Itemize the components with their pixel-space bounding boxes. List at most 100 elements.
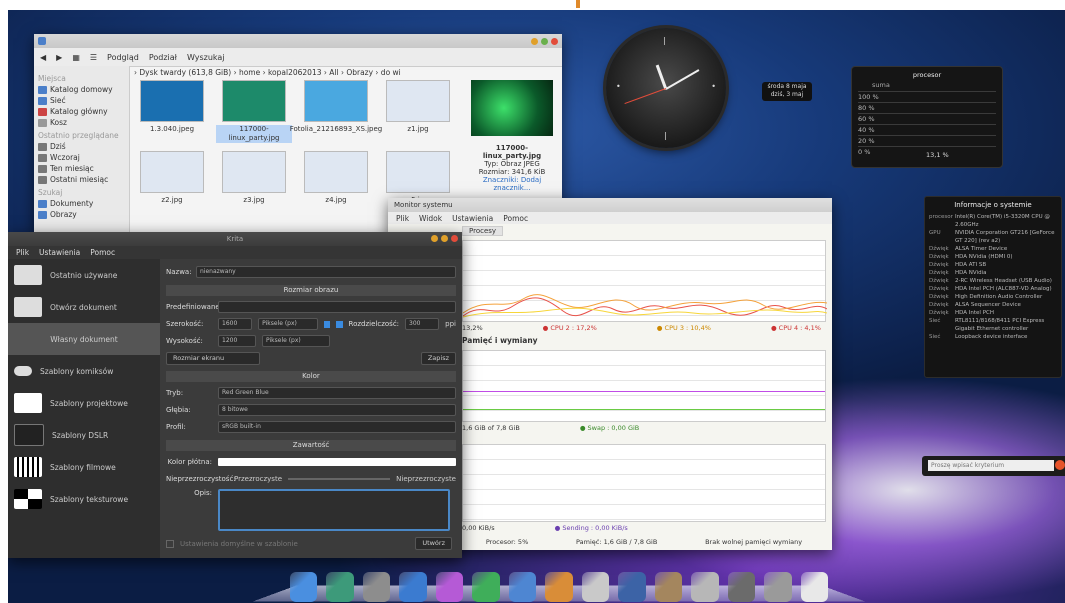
predefined-select[interactable] xyxy=(218,301,456,313)
save-size-button[interactable]: Zapisz xyxy=(420,351,456,365)
create-button[interactable]: Utwórz xyxy=(415,537,452,550)
guitar-icon[interactable] xyxy=(545,572,573,602)
sidebar-item-home[interactable]: Katalog domowy xyxy=(38,85,125,94)
trash-icon[interactable] xyxy=(764,572,792,602)
time-machine-icon[interactable] xyxy=(326,572,354,602)
screen-size-button[interactable]: Rozmiar ekranu xyxy=(166,351,260,365)
width-input[interactable]: 1600 xyxy=(218,318,253,330)
sidebar-item-dslr[interactable]: Szablony DSLR xyxy=(8,419,160,451)
file-thumbnail[interactable]: z5.jpg xyxy=(380,151,456,205)
resolution-input[interactable]: 300 xyxy=(405,318,440,330)
view-icons-button[interactable]: ▦ xyxy=(72,53,80,62)
dialog-titlebar[interactable]: Krita xyxy=(8,232,462,246)
sidebar-item-documents[interactable]: Dokumenty xyxy=(38,199,125,208)
sidebar-item-label: Szablony DSLR xyxy=(52,430,109,440)
depth-select[interactable]: 8 bitowe xyxy=(218,404,456,416)
file-thumbnail[interactable]: 1.3.040.jpeg xyxy=(134,80,210,143)
sidebar-item-custom[interactable]: Własny dokument xyxy=(8,323,160,355)
file-thumbnail[interactable]: Fotolia_21216893_XS.jpeg xyxy=(290,80,382,143)
sidebar-item-open[interactable]: Otwórz dokument xyxy=(8,291,160,323)
minimize-button[interactable] xyxy=(431,235,438,242)
sidebar-item-texture[interactable]: Szablony teksturowe xyxy=(8,483,160,515)
menu-file[interactable]: Plik xyxy=(16,248,29,257)
sidebar-item-network[interactable]: Sieć xyxy=(38,96,125,105)
sidebar-item-yesterday[interactable]: Wczoraj xyxy=(38,153,125,162)
forward-button[interactable]: ▶ xyxy=(56,53,62,62)
description-input[interactable] xyxy=(218,489,450,531)
maximize-button[interactable] xyxy=(441,235,448,242)
finder-icon[interactable] xyxy=(290,572,318,602)
disc-icon[interactable] xyxy=(581,572,610,602)
preview-tags-link[interactable]: Znaczniki: Dodaj znacznik... xyxy=(468,176,556,192)
sidebar-item-last-month[interactable]: Ostatni miesiąc xyxy=(38,175,125,184)
profile-select[interactable]: sRGB built-in xyxy=(218,421,456,433)
view-detail-button[interactable]: ☰ xyxy=(90,53,97,62)
height-input[interactable]: 1200 xyxy=(218,335,256,347)
breadcrumb[interactable]: › Dysk twardy (613,8 GiB) › home › kopal… xyxy=(134,68,401,77)
document-icon[interactable] xyxy=(472,572,500,602)
toolbar-preview[interactable]: Podgląd xyxy=(107,53,139,62)
width-unit-select[interactable]: Piksele (px) xyxy=(258,318,319,330)
colors-icon[interactable] xyxy=(435,572,464,602)
sidebar-item-this-month[interactable]: Ten miesiąc xyxy=(38,164,125,173)
toolbar-split[interactable]: Podział xyxy=(149,53,177,62)
background-color-swatch[interactable] xyxy=(218,458,456,466)
thumbnail-image xyxy=(222,80,286,122)
height-unit-select[interactable]: Piksele (px) xyxy=(262,335,330,347)
menu-help[interactable]: Pomoc xyxy=(90,248,115,257)
menu-help[interactable]: Pomoc xyxy=(503,214,528,223)
satellite-icon[interactable] xyxy=(691,572,719,602)
file-thumbnail[interactable]: z2.jpg xyxy=(134,151,210,205)
sidebar-item-design[interactable]: Szablony projektowe xyxy=(8,387,160,419)
file-thumbnail[interactable]: z3.jpg xyxy=(216,151,292,205)
sidebar-item-root[interactable]: Katalog główny xyxy=(38,107,125,116)
mode-select[interactable]: Red Green Blue xyxy=(218,387,456,399)
minimize-button[interactable] xyxy=(531,37,538,45)
monitor-titlebar[interactable]: Monitor systemu xyxy=(388,198,832,212)
menu-view[interactable]: Widok xyxy=(419,214,442,223)
landscape-icon[interactable] xyxy=(336,320,343,328)
cpu-widget[interactable]: procesor suma 100 % 80 % 60 % 40 % 20 % … xyxy=(851,66,1003,168)
name-input[interactable]: nienazwany xyxy=(196,266,456,278)
system-prefs-icon[interactable] xyxy=(362,572,391,602)
memory-legend-used: 1,6 GiB of 7,8 GiB xyxy=(462,424,520,432)
menu-file[interactable]: Plik xyxy=(396,214,409,223)
toolbar-search[interactable]: Wyszukaj xyxy=(187,53,225,62)
sidebar-item-recent[interactable]: Ostatnio używane xyxy=(8,259,160,291)
search-go-icon[interactable] xyxy=(1055,460,1065,470)
tab-processes[interactable]: Procesy xyxy=(462,226,504,236)
portrait-icon[interactable] xyxy=(324,320,331,328)
dialog-title: Krita xyxy=(226,235,244,243)
writer-icon[interactable] xyxy=(508,572,537,602)
sidebar-item-images[interactable]: Obrazy xyxy=(38,210,125,219)
menu-settings[interactable]: Ustawienia xyxy=(39,248,80,257)
file-icon[interactable] xyxy=(800,572,829,602)
sidebar-item-today[interactable]: Dziś xyxy=(38,142,125,151)
date-widget[interactable]: środa 8 maja dziś, 3 maj xyxy=(762,82,812,101)
opacity-slider[interactable] xyxy=(288,478,391,480)
browser-icon[interactable] xyxy=(399,572,427,602)
date-line-1: środa 8 maja xyxy=(767,83,807,90)
system-info-key: Dźwięk xyxy=(929,262,949,268)
document-icon xyxy=(14,265,42,285)
file-thumbnail[interactable]: z1.jpg xyxy=(380,80,456,143)
close-button[interactable] xyxy=(451,235,458,242)
maximize-button[interactable] xyxy=(541,37,548,45)
search-input[interactable] xyxy=(928,460,1054,471)
clock-widget[interactable]: | | • • xyxy=(606,28,726,148)
sidebar-item-comics[interactable]: Szablony komiksów xyxy=(8,355,160,387)
sidebar-item-trash[interactable]: Kosz xyxy=(38,118,125,127)
sidebar-item-film[interactable]: Szablony filmowe xyxy=(8,451,160,483)
stack-icon[interactable] xyxy=(727,572,756,602)
new-document-dialog[interactable]: Krita Plik Ustawienia Pomoc Ostatnio uży… xyxy=(8,232,462,558)
menu-settings[interactable]: Ustawienia xyxy=(452,214,493,223)
photo-icon[interactable] xyxy=(618,572,646,602)
file-manager-titlebar[interactable] xyxy=(34,34,562,48)
close-button[interactable] xyxy=(551,37,558,45)
file-thumbnail[interactable]: z4.jpg xyxy=(298,151,374,205)
default-checkbox[interactable] xyxy=(166,540,174,548)
back-button[interactable]: ◀ xyxy=(40,53,46,62)
file-thumbnail[interactable]: 117000-linux_party.jpg xyxy=(216,80,292,143)
sidebar-item-label: Dziś xyxy=(50,142,66,151)
installer-icon[interactable] xyxy=(654,572,683,602)
